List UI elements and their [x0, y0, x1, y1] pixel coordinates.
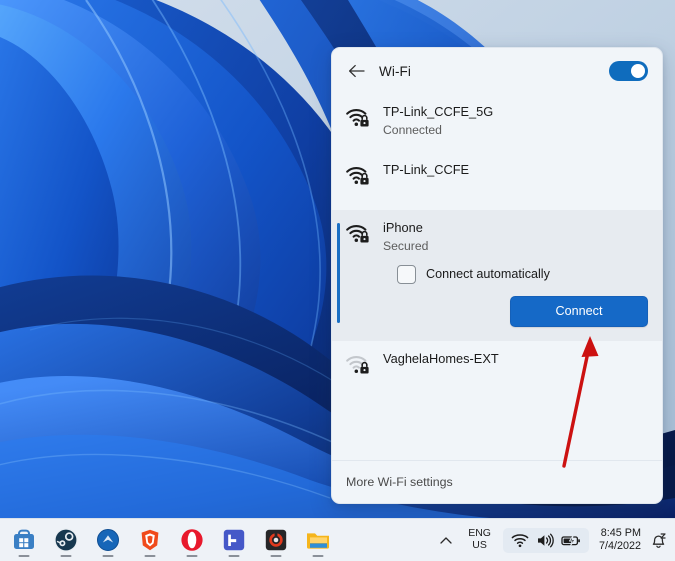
running-indicator: [60, 554, 72, 557]
connect-button-row: Connect: [345, 295, 649, 327]
notification-bell-quiet-icon: [652, 532, 666, 548]
wifi-secured-weak-icon: [346, 356, 369, 374]
taskbar-app-file-explorer[interactable]: [302, 523, 334, 557]
network-name: VaghelaHomes-EXT: [383, 350, 499, 366]
wifi-flyout-panel[interactable]: Wi-Fi TP-Link_CCFE_5G Connected TP-Link_…: [331, 47, 663, 504]
running-indicator: [228, 554, 240, 557]
taskbar-app-f-app[interactable]: [218, 523, 250, 557]
file-explorer-icon: [307, 533, 329, 549]
page-title: Wi-Fi: [379, 63, 411, 79]
wifi-secured-full-icon: [346, 109, 369, 127]
network-text: TP-Link_CCFE_5G Connected: [383, 104, 493, 138]
network-name: TP-Link_CCFE: [383, 162, 470, 177]
connect-automatically-row[interactable]: Connect automatically: [397, 264, 550, 284]
language-indicator[interactable]: ENG US: [463, 526, 496, 554]
more-wifi-settings-link[interactable]: More Wi-Fi settings: [346, 475, 453, 489]
network-item-iphone[interactable]: iPhone Secured Connect automatically Con…: [332, 210, 662, 341]
toggle-knob: [631, 64, 645, 78]
back-arrow-glyph: [348, 64, 365, 78]
taskbar-app-steam[interactable]: [50, 523, 82, 557]
network-header-row: iPhone Secured: [345, 220, 648, 254]
microsoft-store-icon: [14, 529, 34, 549]
clock-date: 7/4/2022: [598, 540, 641, 552]
network-text: VaghelaHomes-EXT: [383, 351, 499, 368]
wifi-toggle-switch[interactable]: [609, 61, 648, 81]
taskbar-app-opera-browser[interactable]: [176, 523, 208, 557]
show-hidden-icons-button[interactable]: [435, 526, 457, 554]
taskbar-app-microsoft-store[interactable]: [8, 523, 40, 557]
network-name: iPhone: [383, 220, 423, 235]
dark-ring-app-icon: [265, 529, 287, 551]
connect-automatically-label: Connect automatically: [426, 267, 550, 282]
connect-automatically-checkbox[interactable]: [397, 264, 416, 284]
chevron-up-icon: [440, 536, 452, 544]
connect-button[interactable]: Connect: [510, 295, 648, 327]
clock-time: 8:45 PM: [600, 526, 641, 539]
steam-icon: [54, 528, 78, 552]
network-item-tp-link-ccfe-5g[interactable]: TP-Link_CCFE_5G Connected: [332, 94, 662, 152]
opera-browser-icon: [181, 529, 203, 551]
network-text: TP-Link_CCFE: [383, 162, 469, 179]
battery-charging-icon: [561, 534, 580, 546]
network-item-tp-link-ccfe[interactable]: TP-Link_CCFE: [332, 152, 662, 210]
taskbar-app-list: [8, 523, 334, 557]
selection-accent-bar: [337, 223, 340, 323]
brave-browser-icon: [141, 529, 159, 551]
quick-settings-button[interactable]: [502, 527, 589, 553]
network-item-vaghelahomes-ext[interactable]: VaghelaHomes-EXT: [332, 341, 662, 399]
language-line-2: US: [472, 539, 487, 551]
running-indicator: [18, 554, 30, 557]
blue-circle-app-icon: [97, 529, 119, 551]
taskbar-app-brave-browser[interactable]: [134, 523, 166, 557]
network-name: TP-Link_CCFE_5G: [383, 104, 494, 119]
panel-footer: More Wi-Fi settings: [332, 460, 662, 503]
system-tray: ENG US 8:45 PM 7/4/2022: [435, 519, 675, 561]
taskbar-app-dark-ring-app[interactable]: [260, 523, 292, 557]
running-indicator: [144, 554, 156, 557]
panel-header: Wi-Fi: [332, 48, 662, 94]
speaker-icon: [537, 533, 554, 547]
clock-button[interactable]: 8:45 PM 7/4/2022: [599, 527, 641, 554]
network-status: Secured: [383, 238, 429, 253]
wifi-secured-full-icon: [346, 225, 369, 243]
network-list: TP-Link_CCFE_5G Connected TP-Link_CCFE i…: [332, 94, 662, 399]
f-app-icon: [223, 529, 245, 551]
running-indicator: [312, 554, 324, 557]
network-text: iPhone Secured: [383, 220, 428, 254]
running-indicator: [102, 554, 114, 557]
running-indicator: [270, 554, 282, 557]
taskbar-app-blue-circle-app[interactable]: [92, 523, 124, 557]
network-status: Connected: [383, 122, 442, 137]
wifi-secured-full-icon: [346, 167, 369, 185]
back-arrow-icon[interactable]: [345, 60, 367, 82]
taskbar[interactable]: ENG US 8:45 PM 7/4/2022: [0, 518, 675, 561]
wifi-icon: [511, 533, 529, 547]
notification-center-button[interactable]: [650, 532, 667, 549]
desktop-screen: Wi-Fi TP-Link_CCFE_5G Connected TP-Link_…: [0, 0, 675, 561]
running-indicator: [186, 554, 198, 557]
